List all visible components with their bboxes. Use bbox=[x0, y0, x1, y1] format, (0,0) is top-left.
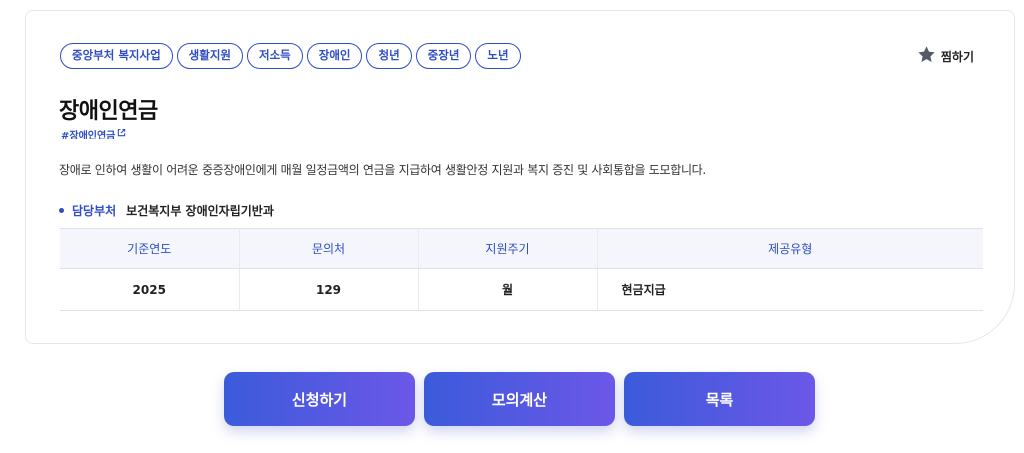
table-header-row: 기준연도 문의처 지원주기 제공유형 bbox=[60, 228, 983, 269]
cell-contact: 129 bbox=[239, 268, 419, 311]
header-base-year: 기준연도 bbox=[60, 228, 240, 269]
tag-disabled[interactable]: 장애인 bbox=[306, 43, 363, 69]
tag-list: 중앙부처 복지사업 생활지원 저소득 장애인 청년 중장년 노년 bbox=[60, 43, 521, 69]
service-description: 장애로 인하여 생활이 어려운 중증장애인에게 매월 일정금액의 연금을 지급하… bbox=[59, 163, 706, 177]
department-label: 담당부처 bbox=[72, 204, 117, 218]
tag-youth[interactable]: 청년 bbox=[366, 43, 412, 69]
hashtag-label: #장애인연금 bbox=[61, 130, 116, 140]
department-value: 보건복지부 장애인자립기반과 bbox=[126, 204, 274, 218]
tag-central-welfare[interactable]: 중앙부처 복지사업 bbox=[60, 43, 173, 69]
department-info: 담당부처 보건복지부 장애인자립기반과 bbox=[59, 202, 274, 219]
tag-middle-aged[interactable]: 중장년 bbox=[415, 43, 472, 69]
header-contact: 문의처 bbox=[239, 228, 419, 269]
tag-elderly[interactable]: 노년 bbox=[475, 43, 521, 69]
action-buttons: 신청하기 모의계산 목록 bbox=[224, 372, 815, 426]
page-title: 장애인연금 bbox=[59, 99, 158, 124]
table-row: 2025 129 월 현금지급 bbox=[60, 268, 983, 311]
apply-button[interactable]: 신청하기 bbox=[224, 372, 415, 426]
service-info-table: 기준연도 문의처 지원주기 제공유형 2025 129 월 현금지급 bbox=[60, 228, 983, 311]
header-provision-type: 제공유형 bbox=[597, 228, 983, 269]
cell-base-year: 2025 bbox=[60, 268, 240, 311]
service-detail-card: 중앙부처 복지사업 생활지원 저소득 장애인 청년 중장년 노년 찜하기 장애인… bbox=[25, 10, 1015, 344]
list-button[interactable]: 목록 bbox=[624, 372, 815, 426]
tag-low-income[interactable]: 저소득 bbox=[246, 43, 303, 69]
external-link-icon bbox=[117, 129, 126, 139]
header-support-cycle: 지원주기 bbox=[418, 228, 598, 269]
favorite-label: 찜하기 bbox=[940, 49, 974, 64]
bullet-icon bbox=[59, 208, 64, 213]
hashtag-link[interactable]: #장애인연금 bbox=[61, 129, 126, 139]
cell-provision-type: 현금지급 bbox=[597, 268, 983, 311]
tag-living-support[interactable]: 생활지원 bbox=[176, 43, 243, 69]
star-icon bbox=[917, 45, 936, 67]
favorite-button[interactable]: 찜하기 bbox=[917, 45, 974, 67]
simulate-button[interactable]: 모의계산 bbox=[424, 372, 615, 426]
cell-support-cycle: 월 bbox=[418, 268, 598, 311]
